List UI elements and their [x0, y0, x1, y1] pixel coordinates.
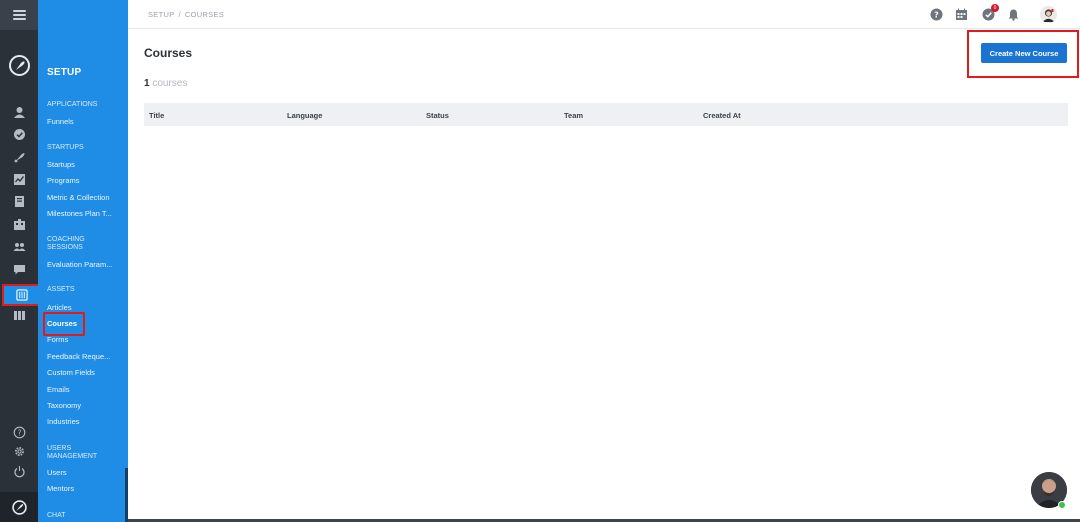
- logo-icon[interactable]: [9, 55, 30, 76]
- gear-icon[interactable]: [11, 443, 28, 460]
- svg-text:?: ?: [18, 428, 22, 437]
- sidebar-item-milestones-plan[interactable]: Milestones Plan T...: [47, 209, 125, 218]
- tasks-icon[interactable]: 0: [981, 4, 999, 22]
- help-icon[interactable]: ?: [929, 7, 944, 22]
- section-applications: APPLICATIONS: [47, 101, 98, 108]
- setup-sidebar: SETUP APPLICATIONS Funnels STARTUPS Star…: [38, 0, 128, 522]
- section-chat: CHAT: [47, 512, 66, 519]
- section-users-management: USERS MANAGEMENT: [47, 445, 98, 460]
- create-button-highlight-box: [967, 30, 1079, 78]
- breadcrumb-root[interactable]: SETUP: [148, 10, 175, 19]
- sidebar-item-forms[interactable]: Forms: [47, 335, 125, 344]
- online-status-dot: [1058, 501, 1066, 509]
- column-created-at[interactable]: Created At: [703, 111, 741, 120]
- section-assets: ASSETS: [47, 286, 75, 293]
- sidebar-item-articles[interactable]: Articles: [47, 303, 125, 312]
- sidebar-scrollbar[interactable]: [125, 468, 128, 522]
- columns-icon[interactable]: [11, 307, 28, 324]
- hamburger-icon: [12, 10, 26, 20]
- sidebar-item-startups[interactable]: Startups: [47, 160, 125, 169]
- tasks-badge: 0: [991, 4, 999, 12]
- calendar-icon[interactable]: [954, 7, 969, 22]
- breadcrumb: SETUP / COURSES: [148, 10, 224, 19]
- app: ? SETUP APPLICATIONS Funnels STARTUPS St…: [0, 0, 1080, 522]
- topbar: SETUP / COURSES ? 0: [128, 0, 1080, 29]
- book-icon[interactable]: [11, 193, 28, 210]
- chat-icon[interactable]: [11, 261, 28, 278]
- sidebar-title: SETUP: [47, 67, 82, 78]
- check-circle-icon[interactable]: [11, 126, 28, 143]
- courses-count: 1 courses: [144, 78, 187, 89]
- page-title: Courses: [144, 46, 193, 60]
- menu-toggle[interactable]: [0, 0, 38, 30]
- building-icon[interactable]: [11, 216, 28, 233]
- courses-count-label: courses: [152, 78, 188, 89]
- icon-rail: ?: [0, 0, 41, 522]
- power-icon[interactable]: [11, 463, 28, 480]
- courses-table-header: Title Language Status Team Created At: [144, 103, 1068, 126]
- section-coaching-sessions: COACHING SESSIONS: [47, 236, 85, 251]
- team-icon[interactable]: [11, 238, 28, 255]
- brand-logo-icon: [0, 492, 38, 522]
- sidebar-item-industries[interactable]: Industries: [47, 417, 125, 426]
- column-status[interactable]: Status: [426, 111, 449, 120]
- settings-sliders-icon[interactable]: [2, 284, 41, 306]
- section-startups: STARTUPS: [47, 144, 84, 151]
- sidebar-item-users[interactable]: Users: [47, 468, 125, 477]
- sidebar-item-mentors[interactable]: Mentors: [47, 484, 125, 493]
- sidebar-item-feedback-requests[interactable]: Feedback Reque...: [47, 352, 125, 361]
- user-icon[interactable]: [11, 104, 28, 121]
- bell-icon[interactable]: [1006, 7, 1021, 22]
- column-language[interactable]: Language: [287, 111, 322, 120]
- svg-text:?: ?: [934, 11, 939, 20]
- sidebar-item-evaluation-params[interactable]: Evaluation Param...: [47, 260, 125, 269]
- avatar[interactable]: [1040, 6, 1057, 23]
- sidebar-item-metric-collection[interactable]: Metric & Collection: [47, 193, 125, 202]
- sidebar-item-taxonomy[interactable]: Taxonomy: [47, 401, 125, 410]
- sidebar-item-programs[interactable]: Programs: [47, 176, 125, 185]
- chart-icon[interactable]: [11, 171, 28, 188]
- help-icon[interactable]: ?: [11, 424, 28, 441]
- courses-highlight-box: [43, 312, 85, 336]
- breadcrumb-current: COURSES: [184, 10, 225, 19]
- rocket-icon[interactable]: [11, 149, 28, 166]
- column-team[interactable]: Team: [564, 111, 583, 120]
- column-title[interactable]: Title: [149, 111, 164, 120]
- sidebar-item-funnels[interactable]: Funnels: [47, 117, 125, 126]
- sidebar-item-emails[interactable]: Emails: [47, 385, 125, 394]
- sidebar-item-custom-fields[interactable]: Custom Fields: [47, 368, 125, 377]
- breadcrumb-separator: /: [178, 10, 181, 19]
- courses-count-number: 1: [144, 78, 150, 89]
